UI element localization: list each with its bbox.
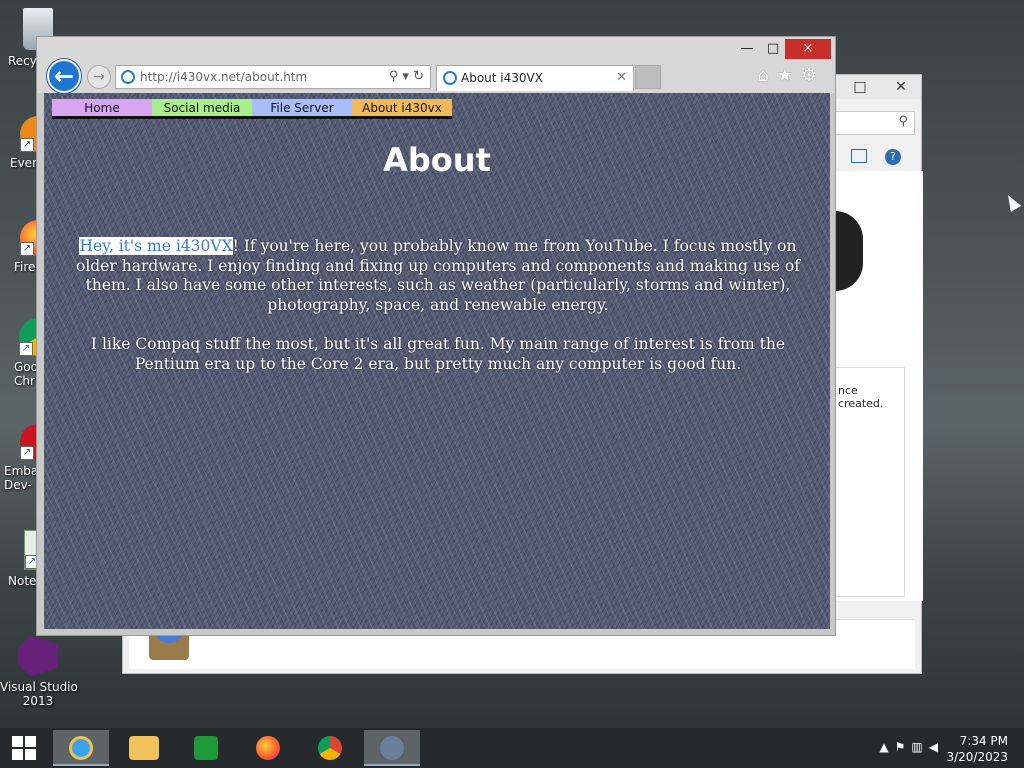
nav-link-home[interactable]: Home — [52, 99, 152, 119]
page-title: About — [383, 141, 491, 179]
tab-close-icon[interactable]: ✕ — [616, 66, 627, 90]
home-icon[interactable]: ⌂ — [757, 65, 776, 86]
windows-logo-icon — [12, 736, 23, 747]
gear-icon[interactable]: ⚙ — [801, 65, 825, 86]
favorites-star-icon[interactable]: ★ — [777, 65, 801, 86]
close-button[interactable]: × — [785, 39, 831, 59]
shortcut-arrow-icon: ↗ — [20, 446, 34, 460]
panel-text: created. — [838, 397, 884, 410]
refresh-icon[interactable]: ↻ — [413, 69, 424, 84]
ie-toolbar[interactable]: — □ × → http://i430vx.net/about.htm ⚲ ▾ … — [37, 37, 835, 93]
clock-date: 3/20/2023 — [946, 750, 1008, 764]
nav-link-about[interactable]: About i430vx — [352, 99, 452, 119]
ie-page-icon — [443, 71, 457, 85]
clock-time: 7:34 PM — [959, 734, 1008, 748]
taskbar-store[interactable] — [178, 730, 234, 766]
system-tray: ▲⚑▥◀ — [879, 740, 944, 754]
action-center-flag-icon[interactable]: ⚑ — [895, 740, 912, 754]
selected-text[interactable]: Hey, it's me i430VX — [79, 237, 233, 255]
about-paragraph-1: Hey, it's me i430VX! If you're here, you… — [62, 237, 814, 315]
mouse-image — [835, 211, 863, 291]
address-bar[interactable]: http://i430vx.net/about.htm ⚲ ▾ ↻ — [115, 65, 431, 89]
new-tab-button[interactable] — [635, 65, 661, 89]
address-text[interactable]: http://i430vx.net/about.htm — [140, 70, 307, 84]
visual-studio-icon — [18, 636, 58, 676]
help-icon[interactable]: ? — [885, 149, 901, 165]
taskbar-ie-app[interactable] — [364, 730, 420, 766]
shortcut-arrow-icon: ↗ — [20, 138, 34, 152]
nav-link-social-media[interactable]: Social media — [152, 99, 252, 119]
maximize-button[interactable]: □ — [847, 77, 873, 97]
volume-muted-icon[interactable]: ◀ — [929, 740, 944, 754]
tab-about[interactable]: About i430VX ✕ — [436, 65, 634, 91]
network-icon[interactable]: ▥ — [911, 740, 928, 754]
view-icon[interactable] — [851, 149, 867, 163]
show-hidden-icons-icon[interactable]: ▲ — [879, 740, 894, 754]
chrome-icon — [318, 736, 342, 760]
clock[interactable]: 7:34 PM 3/20/2023 — [946, 733, 1008, 765]
taskbar-file-explorer[interactable] — [116, 730, 172, 766]
folder-icon — [129, 736, 159, 760]
firefox-icon — [256, 736, 280, 760]
ie-command-icons: ⌂★⚙ — [757, 65, 825, 86]
windows-logo-icon — [25, 736, 36, 747]
address-tools: ⚲ ▾ ↻ — [389, 66, 424, 88]
desktop-icon-visual-studio[interactable]: Visual Studio 2013 — [0, 636, 78, 708]
search-icon: ⚲ — [898, 114, 908, 129]
back-button[interactable] — [47, 59, 81, 93]
start-button[interactable] — [0, 728, 48, 768]
ie-page-icon — [121, 70, 135, 84]
desktop-icon-label: Visual Studio 2013 — [0, 680, 78, 708]
taskbar: ▲⚑▥◀ 7:34 PM 3/20/2023 — [0, 728, 1024, 768]
store-icon — [194, 736, 218, 760]
search-icon[interactable]: ⚲ — [389, 69, 399, 84]
forward-button[interactable]: → — [87, 65, 111, 89]
background-info-panel: nce created. — [835, 367, 905, 597]
minimize-button[interactable]: — — [733, 39, 761, 59]
internet-explorer-window[interactable]: — □ × → http://i430vx.net/about.htm ⚲ ▾ … — [36, 36, 836, 636]
maximize-button[interactable]: □ — [759, 39, 787, 59]
nav-link-file-server[interactable]: File Server — [252, 99, 352, 119]
taskbar-internet-explorer[interactable] — [53, 730, 109, 766]
search-input[interactable]: ⚲ — [835, 111, 915, 135]
close-button[interactable]: ✕ — [881, 77, 921, 97]
app-icon — [380, 736, 404, 760]
panel-text: nce — [838, 384, 858, 397]
windows-logo-icon — [25, 749, 36, 760]
tab-title: About i430VX — [461, 71, 543, 85]
mouse-cursor-icon — [1002, 192, 1022, 212]
about-paragraph-2: I like Compaq stuff the most, but it's a… — [90, 335, 786, 373]
internet-explorer-icon — [69, 736, 93, 760]
web-page: Home Social media File Server About i430… — [44, 93, 830, 629]
windows-logo-icon — [12, 749, 23, 760]
site-nav: Home Social media File Server About i430… — [52, 99, 452, 119]
taskbar-chrome[interactable] — [302, 730, 358, 766]
shortcut-arrow-icon: ↗ — [20, 242, 34, 256]
dropdown-icon[interactable]: ▾ — [402, 69, 409, 84]
taskbar-firefox[interactable] — [240, 730, 296, 766]
shortcut-arrow-icon: ↗ — [19, 342, 33, 356]
